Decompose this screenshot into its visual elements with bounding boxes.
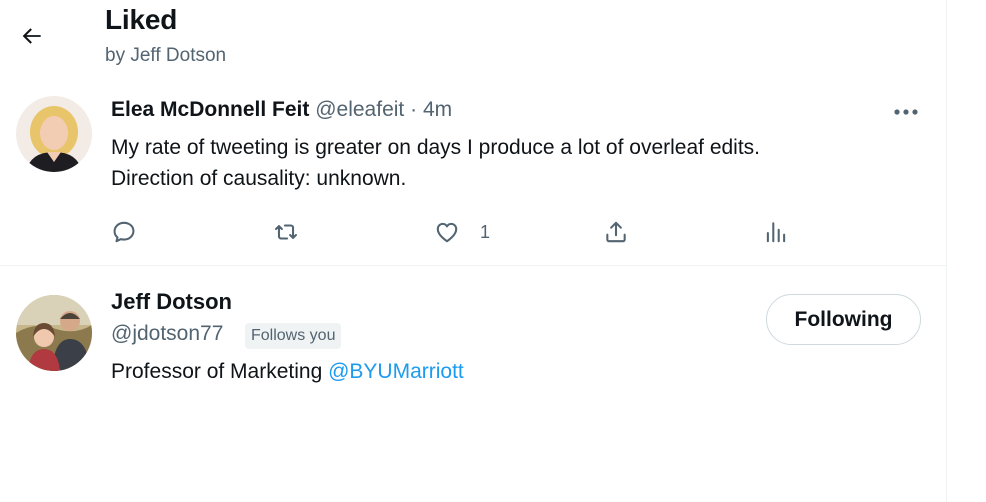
- analytics-icon: [766, 222, 786, 243]
- reply-icon: [113, 221, 135, 243]
- like-count: 1: [480, 221, 491, 242]
- page-title: Liked: [105, 4, 178, 35]
- following-button[interactable]: Following: [766, 294, 921, 345]
- tweet-text: My rate of tweeting is greater on days I…: [111, 132, 911, 194]
- tweet-more-button[interactable]: [886, 94, 926, 130]
- user-name[interactable]: Jeff Dotson: [111, 289, 232, 315]
- bio-text: Professor of Marketing: [111, 360, 329, 383]
- more-icon: [894, 109, 918, 115]
- tweet-separator: ·: [410, 98, 418, 121]
- analytics-button[interactable]: [763, 214, 789, 250]
- user-bio: Professor of Marketing @BYUMarriott: [111, 360, 464, 384]
- back-button[interactable]: [12, 16, 52, 56]
- retweet-button[interactable]: [273, 214, 299, 250]
- user-card[interactable]: Jeff Dotson @jdotson77 Follows you Follo…: [0, 267, 946, 417]
- tweet-author-name[interactable]: Elea McDonnell Feit: [111, 98, 309, 121]
- page-subtitle: by Jeff Dotson: [105, 45, 227, 66]
- user-avatar[interactable]: [16, 295, 92, 371]
- share-icon: [606, 221, 626, 243]
- share-button[interactable]: [603, 214, 629, 250]
- tweet-text-line: My rate of tweeting is greater on days I…: [111, 136, 761, 159]
- user-handle[interactable]: @jdotson77: [111, 322, 223, 346]
- tweet-author-avatar[interactable]: [16, 96, 92, 172]
- retweet-icon: [275, 224, 297, 240]
- tweet-header: Elea McDonnell Feit @eleafeit · 4m: [111, 98, 452, 122]
- tweet-actions: 1: [0, 214, 946, 250]
- arrow-left-icon: [22, 28, 41, 44]
- like-button[interactable]: 1: [434, 214, 490, 250]
- liked-column: Liked by Jeff Dotson Elea McDonnell Feit…: [0, 0, 947, 502]
- tweet-timestamp[interactable]: 4m: [423, 98, 452, 121]
- heart-icon: [436, 222, 458, 243]
- tweet[interactable]: Elea McDonnell Feit @eleafeit · 4m My ra…: [0, 86, 946, 266]
- tweet-text-line: Direction of causality: unknown.: [111, 167, 407, 190]
- reply-button[interactable]: [111, 214, 137, 250]
- bio-mention-link[interactable]: @BYUMarriott: [328, 360, 464, 383]
- tweet-author-handle[interactable]: @eleafeit: [315, 98, 404, 121]
- follows-you-badge: Follows you: [245, 323, 342, 349]
